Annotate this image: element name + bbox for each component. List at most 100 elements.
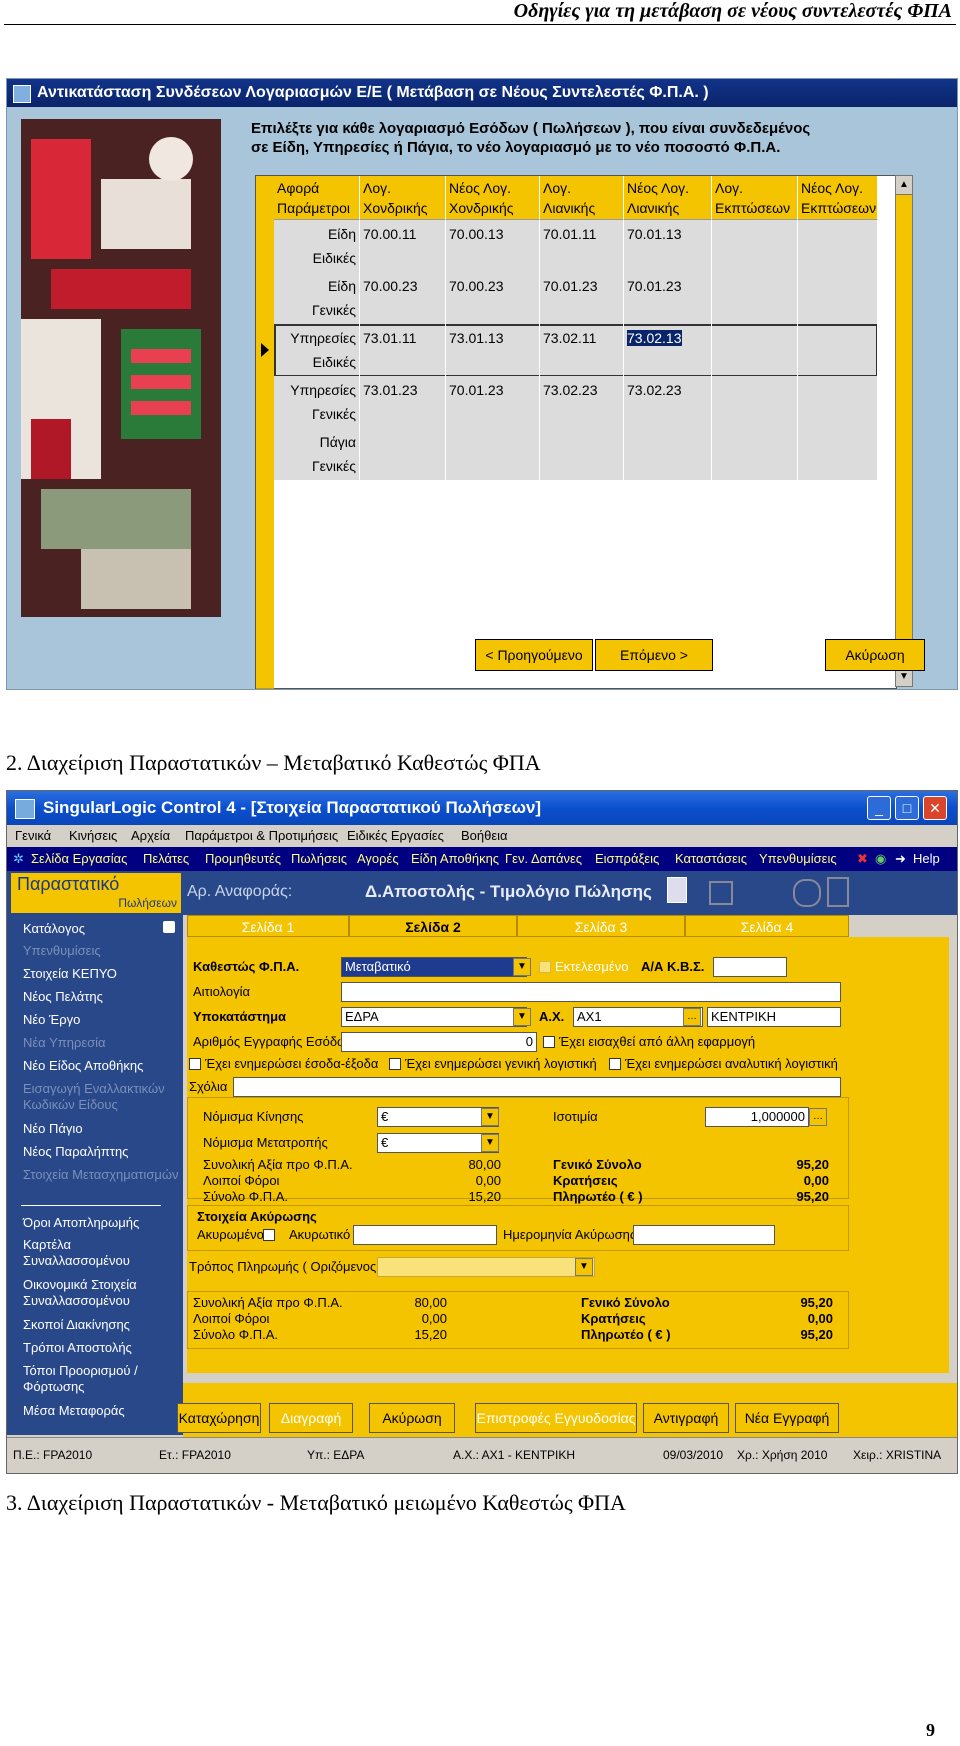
- menu-item[interactable]: Γενικά: [15, 825, 51, 847]
- cell-acc-retail[interactable]: 73.02.23: [540, 376, 624, 428]
- cell-acc-retail[interactable]: [540, 428, 624, 480]
- toolbar-item[interactable]: Γεν. Δαπάνες: [505, 847, 582, 871]
- cell-new-acc-retail[interactable]: 73.02.23: [624, 376, 712, 428]
- cell-param[interactable]: Είδη Ειδικές: [274, 220, 360, 272]
- side-item-destinations[interactable]: Τόποι Προορισμού / Φόρτωσης: [23, 1363, 179, 1395]
- refresh-icon[interactable]: [793, 879, 821, 907]
- cell-acc-discount[interactable]: [712, 376, 798, 428]
- cell-new-acc-retail[interactable]: 70.01.23: [624, 272, 712, 324]
- cell-new-acc-discount[interactable]: [798, 220, 878, 272]
- comments-field[interactable]: [233, 1077, 841, 1097]
- toolbar-item[interactable]: Είδη Αποθήκης: [411, 847, 499, 871]
- scroll-up-icon[interactable]: ▲: [896, 176, 912, 195]
- row-indicator[interactable]: [256, 376, 274, 429]
- upd-general-checkbox[interactable]: [389, 1058, 401, 1070]
- cancel-button[interactable]: Ακύρωση: [825, 639, 925, 671]
- col-header[interactable]: Λογ. Εκπτώσεων: [712, 176, 798, 220]
- vat-status-select[interactable]: Μεταβατικό: [341, 957, 527, 977]
- cell-new-acc-discount[interactable]: [798, 272, 878, 324]
- toolbar-item[interactable]: Πελάτες: [143, 847, 189, 871]
- row-indicator[interactable]: [256, 220, 274, 273]
- cell-param[interactable]: Υπηρεσίες Ειδικές: [274, 324, 360, 376]
- cell-new-acc-wholesale[interactable]: [446, 428, 540, 480]
- col-header[interactable]: Αφορά Παράμετροι: [274, 176, 360, 220]
- col-header[interactable]: Νέος Λογ. Χονδρικής: [446, 176, 540, 220]
- cancelling-field[interactable]: [353, 1225, 497, 1245]
- document-icon[interactable]: [667, 877, 687, 903]
- cell-acc-discount[interactable]: [712, 428, 798, 480]
- copy-button[interactable]: Αντιγραφή: [643, 1403, 729, 1433]
- upd-analytic-checkbox[interactable]: [609, 1058, 621, 1070]
- executed-checkbox[interactable]: [539, 961, 551, 973]
- side-item-new-service[interactable]: Νέα Υπηρεσία: [23, 1035, 179, 1051]
- help-link[interactable]: Help: [913, 847, 940, 871]
- cell-new-acc-wholesale[interactable]: 70.01.23: [446, 376, 540, 428]
- delete-button[interactable]: Διαγραφή: [269, 1403, 353, 1433]
- payment-method-select[interactable]: [377, 1257, 595, 1277]
- side-item-shipping-methods[interactable]: Τρόποι Αποστολής: [23, 1340, 179, 1356]
- cell-new-acc-discount[interactable]: [798, 324, 878, 376]
- cell-acc-wholesale[interactable]: [360, 428, 446, 480]
- side-item-kepyo[interactable]: Στοιχεία ΚΕΠΥΟ: [23, 966, 179, 982]
- guarantee-returns-button[interactable]: Επιστροφές Εγγυοδοσίας: [475, 1403, 637, 1433]
- menu-item[interactable]: Παράμετροι & Προτιμήσεις: [185, 825, 338, 847]
- cell-new-acc-retail[interactable]: 70.01.13: [624, 220, 712, 272]
- chevron-down-icon[interactable]: ▼: [513, 958, 531, 976]
- menu-item[interactable]: Βοήθεια: [461, 825, 508, 847]
- cell-new-acc-discount[interactable]: [798, 428, 878, 480]
- side-item-new-asset[interactable]: Νέο Πάγιο: [23, 1121, 179, 1137]
- income-reg-field[interactable]: 0: [341, 1032, 537, 1052]
- catalog-options-icon[interactable]: [163, 921, 175, 933]
- side-item-payment-terms[interactable]: Όροι Αποπληρωμής: [23, 1215, 179, 1231]
- chevron-down-icon[interactable]: ▼: [513, 1008, 531, 1026]
- chevron-down-icon[interactable]: ▼: [481, 1134, 499, 1152]
- row-indicator-current[interactable]: [256, 324, 274, 377]
- cell-param[interactable]: Πάγια Γενικές: [274, 428, 360, 480]
- cell-new-acc-retail[interactable]: [624, 428, 712, 480]
- help-arrow-icon[interactable]: ➜: [895, 847, 906, 871]
- page-icon[interactable]: [827, 877, 849, 907]
- table-row[interactable]: Πάγια Γενικές: [274, 428, 878, 481]
- side-item-new-project[interactable]: Νέο Έργο: [23, 1012, 179, 1028]
- toolbar-item[interactable]: Υπενθυμίσεις: [759, 847, 837, 871]
- cancel-doc-button[interactable]: Ακύρωση: [369, 1403, 455, 1433]
- col-header[interactable]: Νέος Λογ. Εκπτώσεων: [798, 176, 878, 220]
- tab-page-1[interactable]: Σελίδα 1: [187, 915, 349, 937]
- cancelled-checkbox[interactable]: [263, 1229, 275, 1241]
- maximize-icon[interactable]: □: [895, 796, 919, 820]
- side-item-new-customer[interactable]: Νέος Πελάτης: [23, 989, 179, 1005]
- tab-page-2[interactable]: Σελίδα 2: [349, 915, 517, 937]
- side-item-new-recipient[interactable]: Νέος Παραλήπτης: [23, 1144, 179, 1160]
- menu-item[interactable]: Κινήσεις: [69, 825, 117, 847]
- minimize-icon[interactable]: _: [867, 796, 891, 820]
- tools-icon[interactable]: ✖: [857, 847, 868, 871]
- chevron-down-icon[interactable]: ▼: [481, 1108, 499, 1126]
- cell-new-acc-wholesale[interactable]: 73.01.13: [446, 324, 540, 376]
- cell-acc-wholesale[interactable]: 73.01.23: [360, 376, 446, 428]
- table-row[interactable]: Είδη Ειδικές 70.00.11 70.00.13 70.01.11 7…: [274, 220, 878, 273]
- cell-acc-retail[interactable]: 70.01.11: [540, 220, 624, 272]
- cell-acc-wholesale[interactable]: 73.01.11: [360, 324, 446, 376]
- toolbar-item[interactable]: Προμηθευτές: [205, 847, 281, 871]
- side-item-transformations[interactable]: Στοιχεία Μετασχηματισμών: [23, 1167, 179, 1183]
- lookup-icon[interactable]: …: [683, 1008, 701, 1026]
- toolbar-item[interactable]: Εισπράξεις: [595, 847, 659, 871]
- table-row[interactable]: Είδη Γενικές 70.00.23 70.00.23 70.01.23 7…: [274, 272, 878, 325]
- side-item-transport[interactable]: Μέσα Μεταφοράς: [23, 1403, 179, 1419]
- reason-field[interactable]: [341, 982, 841, 1002]
- col-header[interactable]: Νέος Λογ. Λιανικής: [624, 176, 712, 220]
- cell-new-acc-wholesale[interactable]: 70.00.13: [446, 220, 540, 272]
- kbs-field[interactable]: [713, 957, 787, 977]
- toolbar-item[interactable]: Αγορές: [357, 847, 399, 871]
- col-header[interactable]: Λογ. Χονδρικής: [360, 176, 446, 220]
- close-icon[interactable]: ✕: [923, 796, 947, 820]
- cell-acc-retail[interactable]: 70.01.23: [540, 272, 624, 324]
- cell-param[interactable]: Είδη Γενικές: [274, 272, 360, 324]
- new-entry-button[interactable]: Νέα Εγγραφή: [735, 1403, 839, 1433]
- cell-acc-retail[interactable]: 73.02.11: [540, 324, 624, 376]
- next-button[interactable]: Επόμενο >: [595, 639, 713, 671]
- table-row[interactable]: Υπηρεσίες Γενικές 73.01.23 70.01.23 73.02…: [274, 376, 878, 429]
- side-item-shipping-purposes[interactable]: Σκοποί Διακίνησης: [23, 1317, 179, 1333]
- globe-icon[interactable]: ◉: [875, 847, 886, 871]
- cell-acc-discount[interactable]: [712, 220, 798, 272]
